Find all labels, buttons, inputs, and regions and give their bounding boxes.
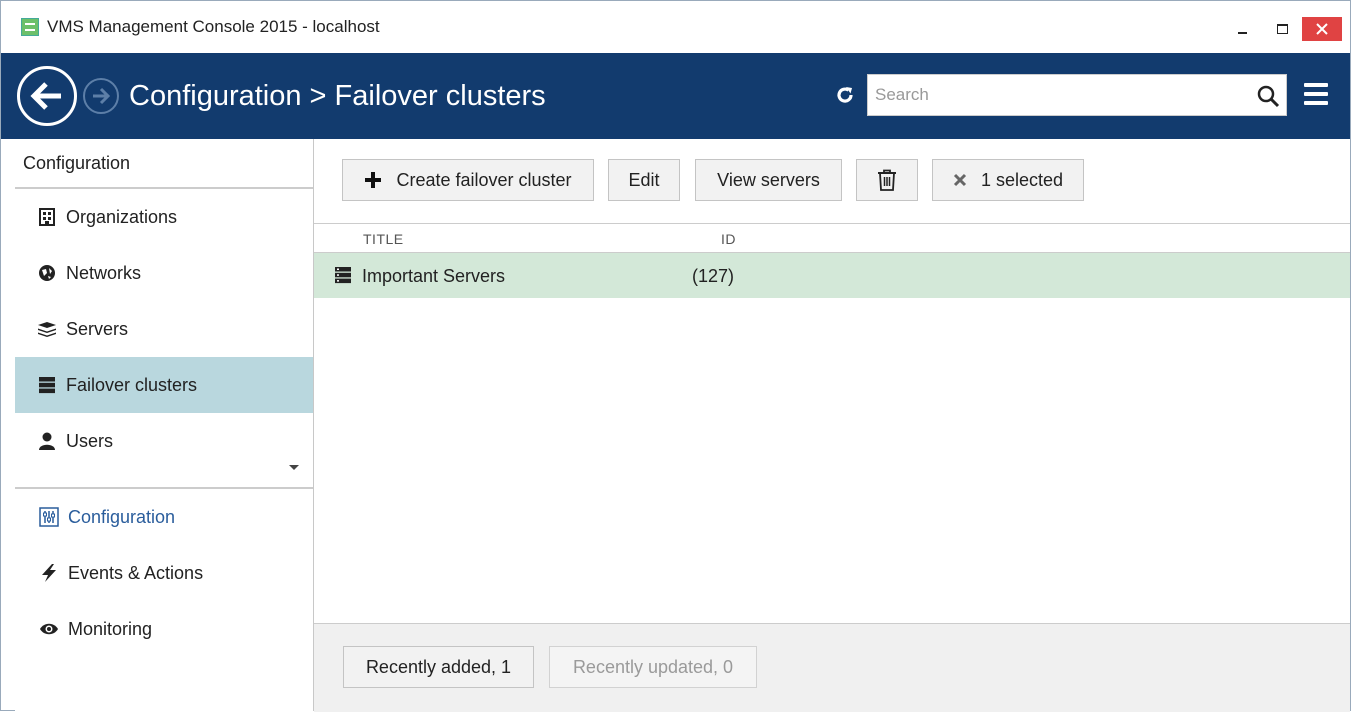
bottom-nav: Configuration Events & Actions Monitorin…	[15, 489, 313, 657]
main-content: Create failover cluster Edit View server…	[314, 139, 1350, 712]
sidebar-item-servers[interactable]: Servers	[15, 301, 313, 357]
hamburger-menu-icon[interactable]	[1304, 83, 1328, 105]
sidebar-item-label: Failover clusters	[66, 374, 198, 395]
window-title: VMS Management Console 2015 - localhost	[47, 17, 380, 36]
sidebar-item-label: Users	[66, 430, 114, 451]
row-id: (127)	[692, 266, 735, 286]
close-icon	[1316, 23, 1328, 35]
recently-updated-label: Recently updated, 0	[572, 656, 734, 677]
search-input[interactable]	[873, 84, 1247, 106]
refresh-icon	[837, 87, 853, 103]
create-failover-cluster-button[interactable]: Create failover cluster	[342, 159, 594, 201]
sidebar-expand-icon[interactable]	[289, 465, 299, 470]
window-controls	[1222, 17, 1342, 41]
configuration-icon	[39, 507, 59, 527]
edit-label: Edit	[628, 169, 660, 190]
nav-events-actions[interactable]: Events & Actions	[15, 545, 313, 601]
row-title: Important Servers	[362, 266, 506, 286]
sidebar-item-failover-clusters[interactable]: Failover clusters	[15, 357, 313, 413]
sidebar-item-label: Networks	[66, 262, 142, 283]
column-header-title[interactable]: TITLE	[363, 231, 404, 247]
forward-button[interactable]	[83, 78, 119, 114]
failover-cluster-icon	[37, 375, 57, 395]
nav-label: Events & Actions	[68, 562, 204, 583]
toolbar: Create failover cluster Edit View server…	[314, 139, 1350, 224]
user-icon	[37, 431, 57, 451]
maximize-button[interactable]	[1262, 18, 1302, 40]
plus-icon	[364, 171, 382, 189]
nav-configuration[interactable]: Configuration	[15, 489, 313, 545]
app-icon	[21, 18, 39, 36]
view-servers-button[interactable]: View servers	[695, 159, 842, 201]
eye-icon	[39, 619, 59, 639]
minimize-icon	[1237, 32, 1247, 34]
recently-added-label: Recently added, 1	[365, 656, 512, 677]
table-row[interactable]: Important Servers (127)	[314, 253, 1350, 298]
building-icon	[37, 207, 57, 227]
recently-added-button[interactable]: Recently added, 1	[343, 646, 534, 688]
app-header: Configuration > Failover clusters	[1, 53, 1350, 139]
close-button[interactable]	[1302, 17, 1342, 41]
back-button[interactable]	[17, 66, 77, 126]
sidebar-item-networks[interactable]: Networks	[15, 245, 313, 301]
column-header-id[interactable]: ID	[721, 231, 736, 247]
refresh-button[interactable]	[829, 79, 861, 111]
lightning-icon	[39, 563, 59, 583]
title-bar: VMS Management Console 2015 - localhost	[1, 1, 1350, 53]
sidebar-title: Configuration	[15, 139, 313, 189]
failover-cluster-icon	[334, 266, 352, 289]
view-servers-label: View servers	[717, 169, 820, 190]
breadcrumb: Configuration > Failover clusters	[129, 79, 546, 112]
minimize-button[interactable]	[1222, 18, 1262, 40]
sidebar-item-organizations[interactable]: Organizations	[15, 189, 313, 245]
maximize-icon	[1276, 24, 1288, 34]
sidebar: Configuration Organizations Networks Ser…	[15, 139, 314, 711]
sidebar-item-users[interactable]: Users	[15, 413, 313, 469]
deselect-x-icon	[953, 173, 967, 187]
nav-monitoring[interactable]: Monitoring	[15, 601, 313, 657]
edit-button[interactable]: Edit	[608, 159, 680, 201]
app-window: VMS Management Console 2015 - localhost …	[0, 0, 1351, 712]
search-box	[867, 74, 1287, 116]
list-header: TITLE ID	[314, 224, 1350, 253]
network-icon	[37, 263, 57, 283]
clear-selection-button[interactable]: 1 selected	[932, 159, 1084, 201]
servers-icon	[37, 319, 57, 339]
back-arrow-icon	[30, 82, 61, 110]
sidebar-item-label: Organizations	[66, 206, 178, 227]
recently-updated-button[interactable]: Recently updated, 0	[549, 646, 757, 688]
trash-icon	[878, 169, 896, 191]
nav-label: Configuration	[68, 506, 176, 527]
create-label: Create failover cluster	[396, 169, 572, 190]
forward-arrow-icon	[93, 87, 111, 105]
sidebar-item-label: Servers	[66, 318, 129, 339]
footer: Recently added, 1 Recently updated, 0	[314, 623, 1350, 712]
delete-button[interactable]	[856, 159, 918, 201]
search-icon[interactable]	[1256, 84, 1280, 108]
selected-count: 1 selected	[980, 169, 1064, 190]
nav-label: Monitoring	[68, 618, 153, 639]
